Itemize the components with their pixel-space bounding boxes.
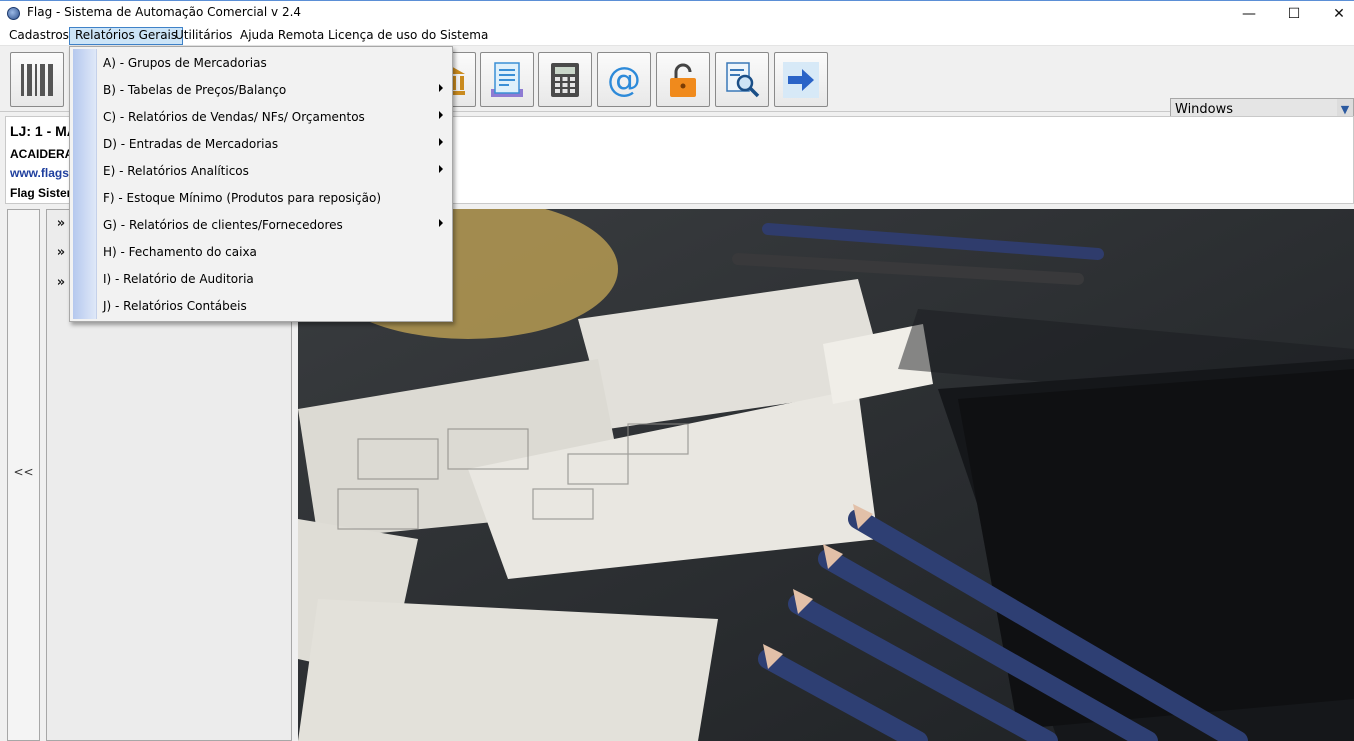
menu-option-label: H) - Fechamento do caixa — [103, 244, 257, 259]
menu-option-label: F) - Estoque Mínimo (Produtos para repos… — [103, 190, 382, 205]
svg-text:@: @ — [607, 60, 641, 100]
menu-option-fechamento-caixa[interactable]: H) - Fechamento do caixa — [97, 238, 451, 265]
theme-select-value: Windows — [1175, 102, 1234, 117]
exit-arrow-icon — [783, 61, 819, 98]
barcode-icon — [21, 63, 53, 96]
menu-utilitarios[interactable]: Utilitários — [170, 27, 237, 45]
collapse-strip: << — [7, 209, 40, 741]
menu-option-grupos-mercadorias[interactable]: A) - Grupos de Mercadorias — [97, 49, 451, 76]
product-name: Flag Sistem — [10, 186, 78, 200]
minimize-button[interactable]: — — [1226, 1, 1272, 27]
menu-ajuda-remota[interactable]: Ajuda Remota — [235, 27, 329, 45]
menu-option-relatorios-vendas[interactable]: C) - Relatórios de Vendas/ NFs/ Orçament… — [97, 103, 451, 130]
menu-option-label: B) - Tabelas de Preços/Balanço — [103, 82, 287, 97]
menu-option-label: C) - Relatórios de Vendas/ NFs/ Orçament… — [103, 109, 365, 124]
title-bar: Flag - Sistema de Automação Comercial v … — [0, 0, 1354, 26]
company-name: ACAIDERA — [10, 147, 74, 161]
submenu-arrow-icon — [439, 219, 443, 227]
desk-photo-image — [298, 209, 1354, 741]
submenu-arrow-icon — [439, 84, 443, 92]
menu-option-relatorios-contabeis[interactable]: J) - Relatórios Contábeis — [97, 292, 451, 319]
unlock-button[interactable] — [656, 52, 710, 107]
email-button[interactable]: @ — [597, 52, 651, 107]
menu-option-relatorios-analiticos[interactable]: E) - Relatórios Analíticos — [97, 157, 451, 184]
unlock-icon — [670, 63, 696, 97]
receipt-icon — [491, 61, 523, 97]
email-icon: @ — [607, 60, 641, 100]
expander-icon[interactable]: » — [51, 269, 71, 295]
expander-icon[interactable]: » — [51, 239, 71, 265]
calculator-button[interactable] — [538, 52, 592, 107]
menu-licenca[interactable]: Licença de uso do Sistema — [323, 27, 493, 45]
menu-relatorios-gerais[interactable]: Relatórios Gerais — [69, 27, 184, 45]
maximize-button[interactable]: ☐ — [1271, 1, 1317, 27]
menu-option-relatorio-auditoria[interactable]: I) - Relatório de Auditoria — [97, 265, 451, 292]
submenu-arrow-icon — [439, 165, 443, 173]
menu-option-label: E) - Relatórios Analíticos — [103, 163, 249, 178]
collapse-button[interactable]: << — [8, 465, 39, 485]
store-label: LJ: 1 - MA — [10, 123, 77, 139]
menu-option-estoque-minimo[interactable]: F) - Estoque Mínimo (Produtos para repos… — [97, 184, 451, 211]
calculator-icon — [551, 62, 579, 97]
menu-gutter — [73, 49, 97, 319]
menu-option-label: A) - Grupos de Mercadorias — [103, 55, 267, 70]
submenu-arrow-icon — [439, 138, 443, 146]
menu-option-label: I) - Relatório de Auditoria — [103, 271, 254, 286]
search-document-icon — [726, 61, 760, 97]
menu-cadastros[interactable]: Cadastros — [4, 27, 74, 45]
menu-bar: Cadastros Relatórios Gerais Utilitários … — [0, 26, 1354, 46]
expander-icon[interactable]: » — [51, 210, 71, 236]
receipt-button[interactable] — [480, 52, 534, 107]
window-title: Flag - Sistema de Automação Comercial v … — [27, 5, 302, 19]
menu-option-relatorios-clientes[interactable]: G) - Relatórios de clientes/Fornecedores — [97, 211, 451, 238]
menu-option-label: G) - Relatórios de clientes/Fornecedores — [103, 217, 343, 232]
menu-option-tabelas-precos[interactable]: B) - Tabelas de Preços/Balanço — [97, 76, 451, 103]
menu-option-entradas-mercadorias[interactable]: D) - Entradas de Mercadorias — [97, 130, 451, 157]
background-photo — [298, 209, 1354, 741]
search-document-button[interactable] — [715, 52, 769, 107]
submenu-arrow-icon — [439, 111, 443, 119]
menu-option-label: D) - Entradas de Mercadorias — [103, 136, 279, 151]
barcode-button[interactable] — [10, 52, 64, 107]
app-logo-icon — [7, 7, 20, 20]
exit-button[interactable] — [774, 52, 828, 107]
menu-option-label: J) - Relatórios Contábeis — [103, 298, 247, 313]
relatorios-gerais-dropdown: A) - Grupos de Mercadorias B) - Tabelas … — [69, 46, 453, 322]
close-button[interactable]: ✕ — [1316, 1, 1354, 27]
